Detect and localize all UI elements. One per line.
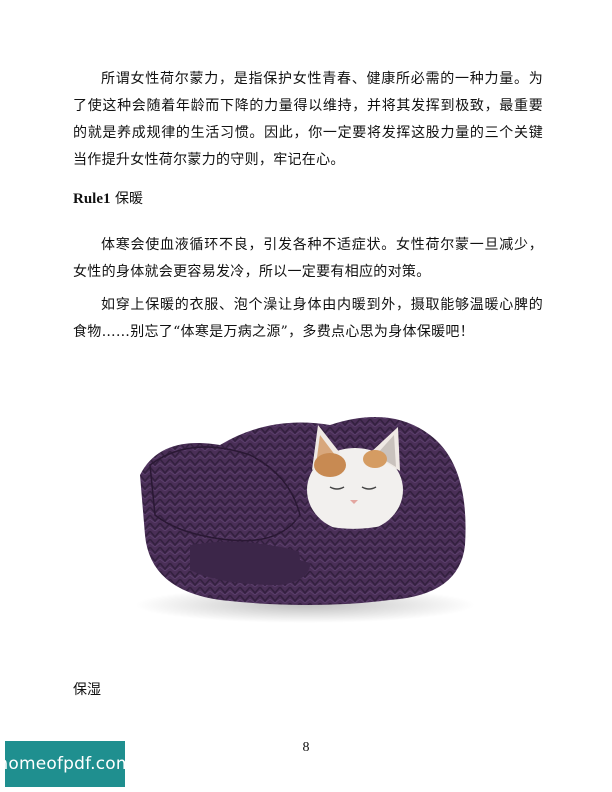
watermark-badge[interactable]: homeofpdf.com (0, 741, 132, 787)
intro-paragraph: 所谓女性荷尔蒙力，是指保护女性青春、健康所必需的一种力量。为了使这种会随着年龄而… (73, 71, 543, 168)
rule1-paragraph-1: 体寒会使血液循环不良，引发各种不适症状。女性荷尔蒙一旦减少，女性的身体就会更容易… (73, 237, 543, 280)
section-heading-moisturizing: 保湿 (73, 682, 101, 698)
rule1-paragraph-2: 如穿上保暖的衣服、泡个澡让身体由内暖到外，摄取能够温暖心脾的食物……别忘了“体寒… (73, 297, 543, 340)
rule1-title: 保暖 (110, 191, 143, 207)
rule1-label: Rule1 (73, 191, 111, 207)
rule1-heading: Rule1 保暖 (73, 186, 143, 213)
document-page: 所谓女性荷尔蒙力，是指保护女性青春、健康所必需的一种力量。为了使这种会随着年龄而… (0, 0, 612, 792)
kitten-in-sweater-photo (135, 417, 475, 623)
page-number: 8 (302, 740, 310, 755)
